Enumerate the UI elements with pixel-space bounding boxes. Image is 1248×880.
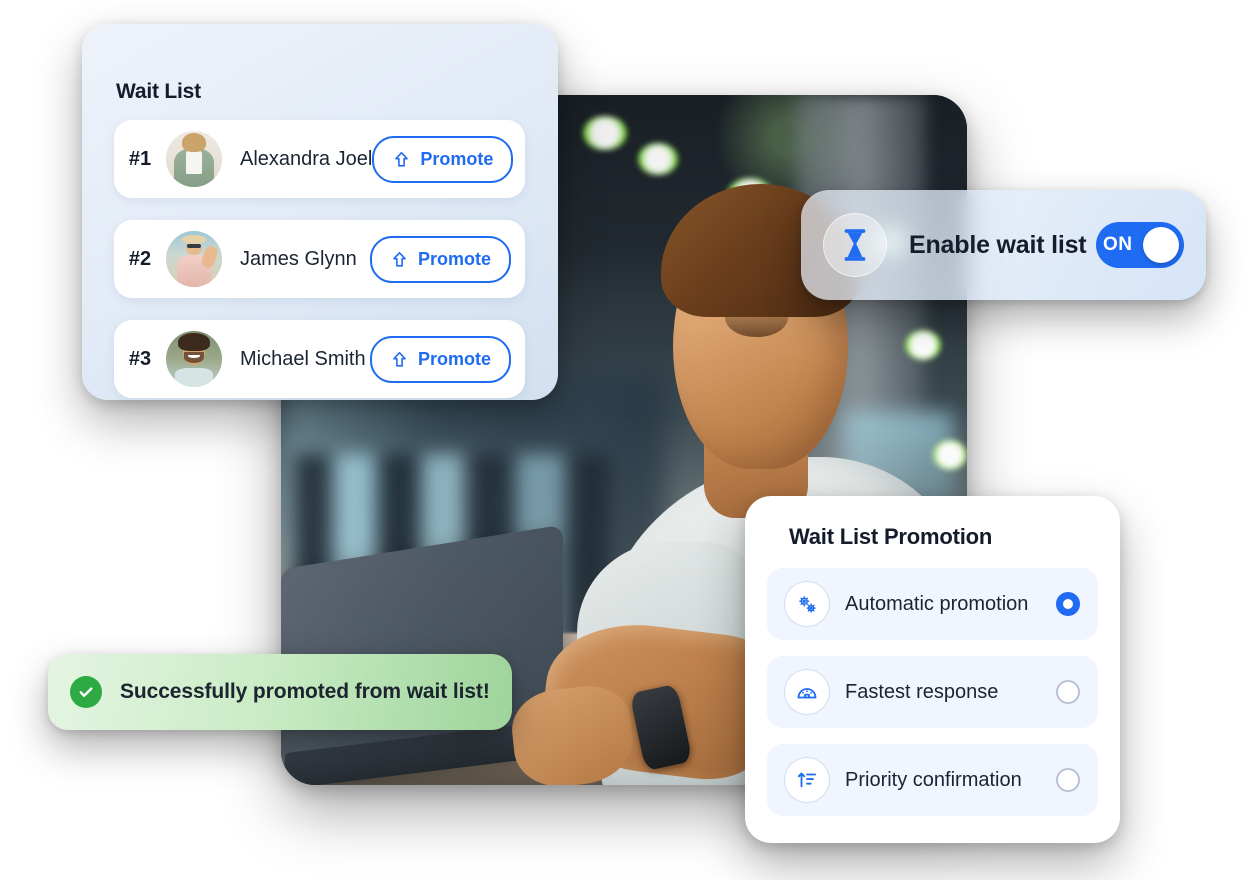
radio-button[interactable] [1056,680,1080,704]
bokeh-light [637,143,678,176]
promote-button[interactable]: Promote [369,335,511,383]
wait-list-card: Wait List #1 Alexandra Joel Promote #2 J… [82,24,558,400]
wait-list-promotion-card: Wait List Promotion Automatic promotion [745,496,1120,843]
arrow-up-icon [390,350,409,369]
wait-list-name: James Glynn [240,247,357,270]
toast-message: Successfully promoted from wait list! [120,680,490,703]
hourglass-icon [823,213,887,277]
promotion-option-fastest[interactable]: Fastest response [767,656,1098,728]
radio-button[interactable] [1056,768,1080,792]
wait-list-name: Michael Smith [240,347,366,370]
radio-button-selected[interactable] [1056,592,1080,616]
check-circle-icon [70,676,102,708]
wait-list-rank: #2 [128,247,152,270]
sort-ascending-icon [785,758,829,802]
promotion-option-priority[interactable]: Priority confirmation [767,744,1098,816]
enable-wait-list-toggle[interactable]: ON [1096,222,1184,268]
toggle-knob [1143,227,1179,263]
promote-button-label: Promote [417,348,491,369]
table-row[interactable]: #2 James Glynn Promote [114,220,525,298]
wait-list-name: Alexandra Joel [240,147,373,170]
promote-button-label: Promote [420,148,494,169]
toggle-state-label: ON [1103,234,1133,255]
wait-list-rank: #3 [128,347,152,370]
promotion-option-label: Fastest response [845,680,999,703]
composition-stage: Wait List #1 Alexandra Joel Promote #2 J… [0,0,1248,880]
arrow-up-icon [392,150,411,169]
avatar [166,331,222,387]
wait-list-rank: #1 [128,147,152,170]
enable-wait-list-label: Enable wait list [909,230,1087,259]
table-row[interactable]: #3 Michael Smith Promote [114,320,525,398]
promotion-title: Wait List Promotion [789,524,993,549]
wait-list-title: Wait List [116,80,201,103]
promotion-option-automatic[interactable]: Automatic promotion [767,568,1098,640]
bokeh-light [582,115,627,150]
enable-wait-list-card: Enable wait list ON [801,190,1206,300]
avatar [166,231,222,287]
speedometer-icon [785,670,829,714]
gears-icon [785,582,829,626]
avatar [166,131,222,187]
promotion-option-label: Priority confirmation [845,768,1022,791]
promote-button[interactable]: Promote [369,235,511,283]
success-toast: Successfully promoted from wait list! [48,654,512,730]
table-row[interactable]: #1 Alexandra Joel Promote [114,120,525,198]
promote-button-label: Promote [417,248,491,269]
arrow-up-icon [390,250,409,269]
promote-button[interactable]: Promote [372,135,514,183]
promotion-option-label: Automatic promotion [845,592,1029,615]
